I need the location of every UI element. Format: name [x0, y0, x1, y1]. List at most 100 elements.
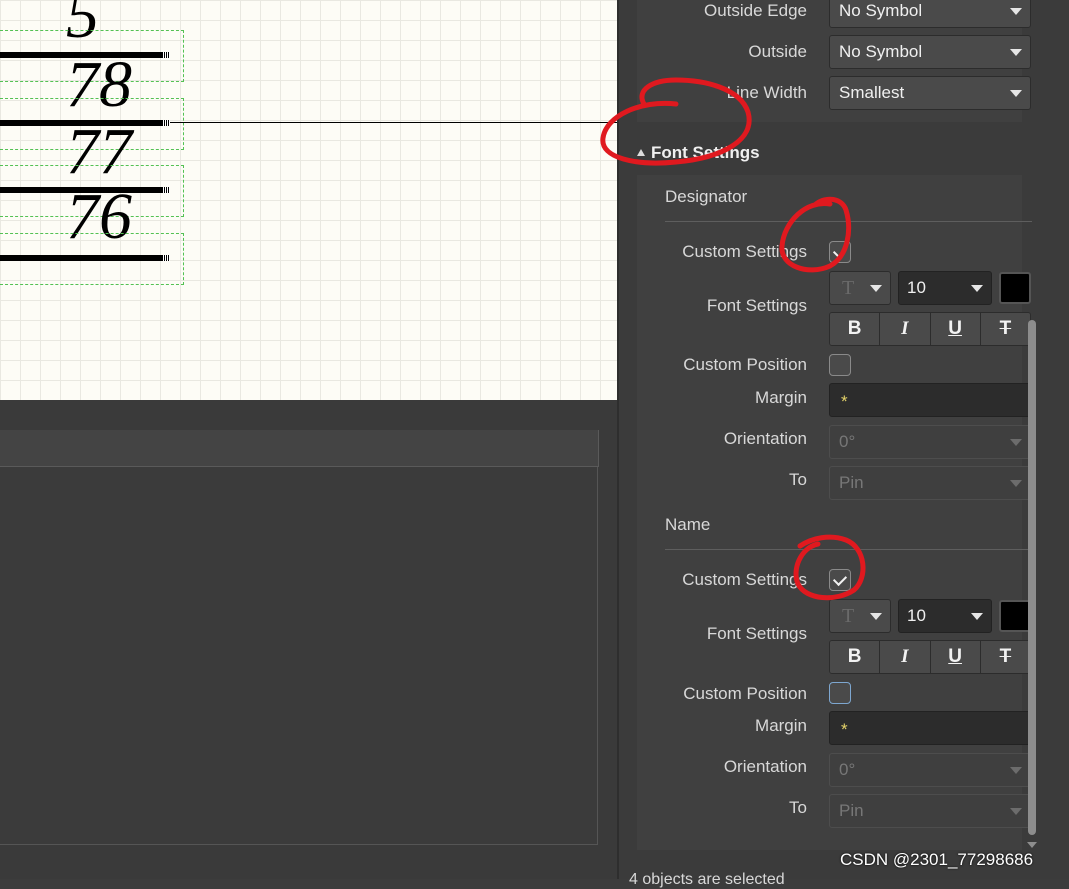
pin-line[interactable]	[0, 255, 168, 261]
pin-row[interactable]: 5	[0, 0, 185, 49]
designator-orientation-value: 0°	[839, 432, 856, 451]
italic-button[interactable]: I	[880, 313, 931, 345]
name-font-size-value: 10	[907, 606, 926, 625]
wire-line[interactable]	[170, 122, 617, 123]
designator-custom-settings-label: Custom Settings	[682, 242, 807, 261]
outside-value: No Symbol	[839, 42, 923, 61]
designator-orientation-dropdown[interactable]: 0°	[829, 425, 1031, 459]
pin-row[interactable]: 77	[0, 98, 185, 185]
properties-panel: Outside Edge No Symbol Outside No Symbol…	[617, 0, 1069, 888]
strikethrough-button[interactable]: T	[980, 641, 1030, 673]
chevron-down-icon	[1010, 8, 1022, 15]
chevron-down-icon	[1010, 808, 1022, 815]
properties-scrollbar[interactable]	[1028, 320, 1036, 835]
font-settings-section-title: Font Settings	[651, 143, 760, 162]
name-to-label: To	[789, 798, 807, 817]
schematic-canvas[interactable]: 5 78 77 76	[0, 0, 617, 400]
pin-hotspot[interactable]	[162, 120, 170, 126]
name-margin-input[interactable]: *	[829, 711, 1031, 745]
chevron-down-icon	[870, 285, 882, 292]
name-to-dropdown[interactable]: Pin	[829, 794, 1031, 828]
name-font-size-dropdown[interactable]: 10	[898, 599, 992, 633]
chevron-down-icon	[1010, 49, 1022, 56]
pin-hotspot[interactable]	[162, 52, 170, 58]
font-type-icon: T	[842, 277, 855, 299]
chevron-down-icon	[870, 613, 882, 620]
name-font-settings-label: Font Settings	[706, 624, 807, 643]
designator-font-size-value: 10	[907, 278, 926, 297]
name-custom-settings-label: Custom Settings	[682, 570, 807, 589]
checkmark-icon	[832, 243, 848, 259]
font-settings-section: Designator Custom Settings Font Settings…	[637, 175, 1032, 850]
designator-to-value: Pin	[839, 473, 864, 492]
designator-to-label: To	[789, 470, 807, 489]
underline-button[interactable]: U	[930, 641, 981, 673]
watermark-text: CSDN @2301_77298686	[840, 850, 1034, 869]
designator-margin-input[interactable]: *	[829, 383, 1031, 417]
font-settings-section-header[interactable]: Font Settings	[637, 143, 760, 163]
pin-graphics-section: Outside Edge No Symbol Outside No Symbol…	[637, 0, 1031, 122]
designator-font-style-buttons: B I U T	[829, 312, 1031, 346]
outside-label: Outside	[748, 42, 807, 61]
line-width-label: Line Width	[726, 83, 807, 102]
designator-font-size-dropdown[interactable]: 10	[898, 271, 992, 305]
designator-margin-label: Margin	[755, 388, 807, 407]
line-width-value: Smallest	[839, 83, 905, 102]
font-type-icon: T	[842, 605, 855, 627]
name-custom-position-label: Custom Position	[683, 684, 807, 703]
strikethrough-button[interactable]: T	[980, 313, 1030, 345]
bottom-dock	[0, 400, 617, 879]
bold-button[interactable]: B	[830, 313, 881, 345]
panel-header[interactable]	[0, 430, 599, 467]
designator-font-settings-label: Font Settings	[706, 296, 807, 315]
underline-button[interactable]: U	[930, 313, 981, 345]
chevron-down-icon	[971, 613, 983, 620]
bold-button[interactable]: B	[830, 641, 881, 673]
line-width-dropdown[interactable]: Smallest	[829, 76, 1031, 110]
designator-font-color-swatch[interactable]	[999, 272, 1031, 304]
panel-body[interactable]	[0, 467, 598, 845]
name-custom-settings-checkbox[interactable]	[829, 569, 851, 591]
designator-custom-position-label: Custom Position	[683, 355, 807, 374]
pin-row[interactable]	[0, 233, 185, 287]
italic-button[interactable]: I	[880, 641, 931, 673]
outside-edge-value: No Symbol	[839, 1, 923, 20]
chevron-down-icon	[1010, 90, 1022, 97]
divider	[665, 549, 1032, 550]
scroll-down-arrow-icon[interactable]	[1027, 842, 1037, 848]
collapse-triangle-icon	[637, 149, 645, 156]
name-orientation-dropdown[interactable]: 0°	[829, 753, 1031, 787]
designator-title: Designator	[665, 187, 748, 206]
pin-line[interactable]	[0, 187, 168, 193]
name-font-style-buttons: B I U T	[829, 640, 1031, 674]
chevron-down-icon	[971, 285, 983, 292]
chevron-down-icon	[1010, 480, 1022, 487]
checkmark-icon	[832, 571, 848, 587]
pin-row[interactable]: 76	[0, 165, 185, 250]
outside-dropdown[interactable]: No Symbol	[829, 35, 1031, 69]
chevron-down-icon	[1010, 767, 1022, 774]
designator-orientation-label: Orientation	[723, 429, 807, 448]
designator-custom-settings-checkbox[interactable]	[829, 241, 851, 263]
pin-row[interactable]: 78	[0, 30, 185, 118]
name-orientation-label: Orientation	[723, 757, 807, 776]
name-custom-position-checkbox[interactable]	[829, 682, 851, 704]
pin-hotspot[interactable]	[162, 255, 170, 261]
outside-edge-label: Outside Edge	[703, 1, 807, 20]
designator-font-picker[interactable]: T	[829, 271, 891, 305]
name-title: Name	[665, 515, 711, 534]
name-font-color-swatch[interactable]	[999, 600, 1031, 632]
designator-to-dropdown[interactable]: Pin	[829, 466, 1031, 500]
name-to-value: Pin	[839, 801, 864, 820]
pin-line[interactable]	[0, 120, 168, 126]
name-margin-label: Margin	[755, 716, 807, 735]
divider	[665, 221, 1032, 222]
designator-custom-position-checkbox[interactable]	[829, 354, 851, 376]
outside-edge-dropdown[interactable]: No Symbol	[829, 0, 1031, 28]
pin-hotspot[interactable]	[162, 187, 170, 193]
selection-status-text: 4 objects are selected	[629, 871, 785, 888]
chevron-down-icon	[1010, 439, 1022, 446]
name-font-picker[interactable]: T	[829, 599, 891, 633]
pin-line[interactable]	[0, 52, 168, 58]
name-orientation-value: 0°	[839, 760, 856, 779]
